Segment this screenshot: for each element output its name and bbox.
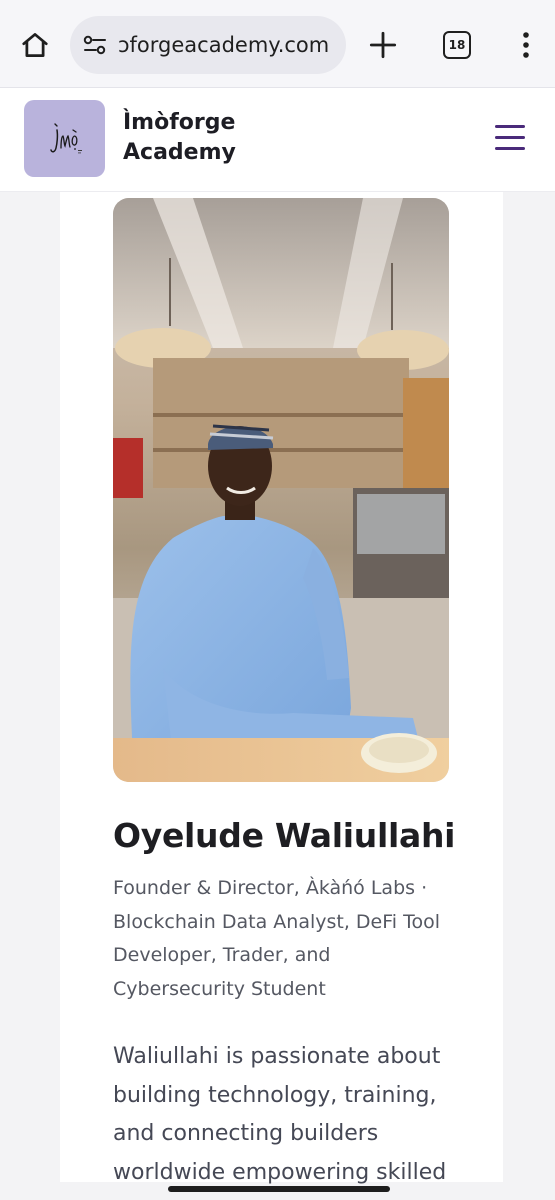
site-header: Ìmòforge Academy [0,88,555,192]
plus-icon [369,31,397,59]
site-name[interactable]: Ìmòforge Academy [123,108,236,168]
tab-switcher-icon: 18 [443,31,471,59]
tab-switcher-button[interactable]: 18 [436,24,478,66]
browser-toolbar: ɔforgeacademy.com 18 [0,0,555,88]
browser-menu-button[interactable] [506,24,546,66]
signature-logo-icon [49,122,82,153]
site-logo[interactable] [24,100,105,177]
site-name-line2: Academy [123,140,236,165]
profile-card: Oyelude Waliullahi Founder & Director, À… [60,192,503,1185]
profile-name: Oyelude Waliullahi [113,816,456,855]
profile-bio: Waliullahi is passionate about building … [113,1044,447,1185]
tune-icon [83,35,106,55]
site-settings-button[interactable] [70,16,120,74]
address-bar[interactable]: ɔforgeacademy.com [70,16,346,74]
new-tab-button[interactable] [362,24,404,66]
more-vert-icon [523,32,529,58]
hamburger-menu-icon[interactable] [495,125,525,155]
home-button[interactable] [14,24,56,66]
tab-count: 18 [448,38,466,52]
site-name-line1: Ìmòforge [123,110,236,135]
profile-role: Founder & Director, Àkàńó Labs · Blockch… [113,877,441,1000]
home-icon [22,33,48,57]
gesture-navigation-bar[interactable] [168,1186,390,1192]
url-text[interactable]: ɔforgeacademy.com [118,33,334,57]
profile-photo [113,198,449,782]
